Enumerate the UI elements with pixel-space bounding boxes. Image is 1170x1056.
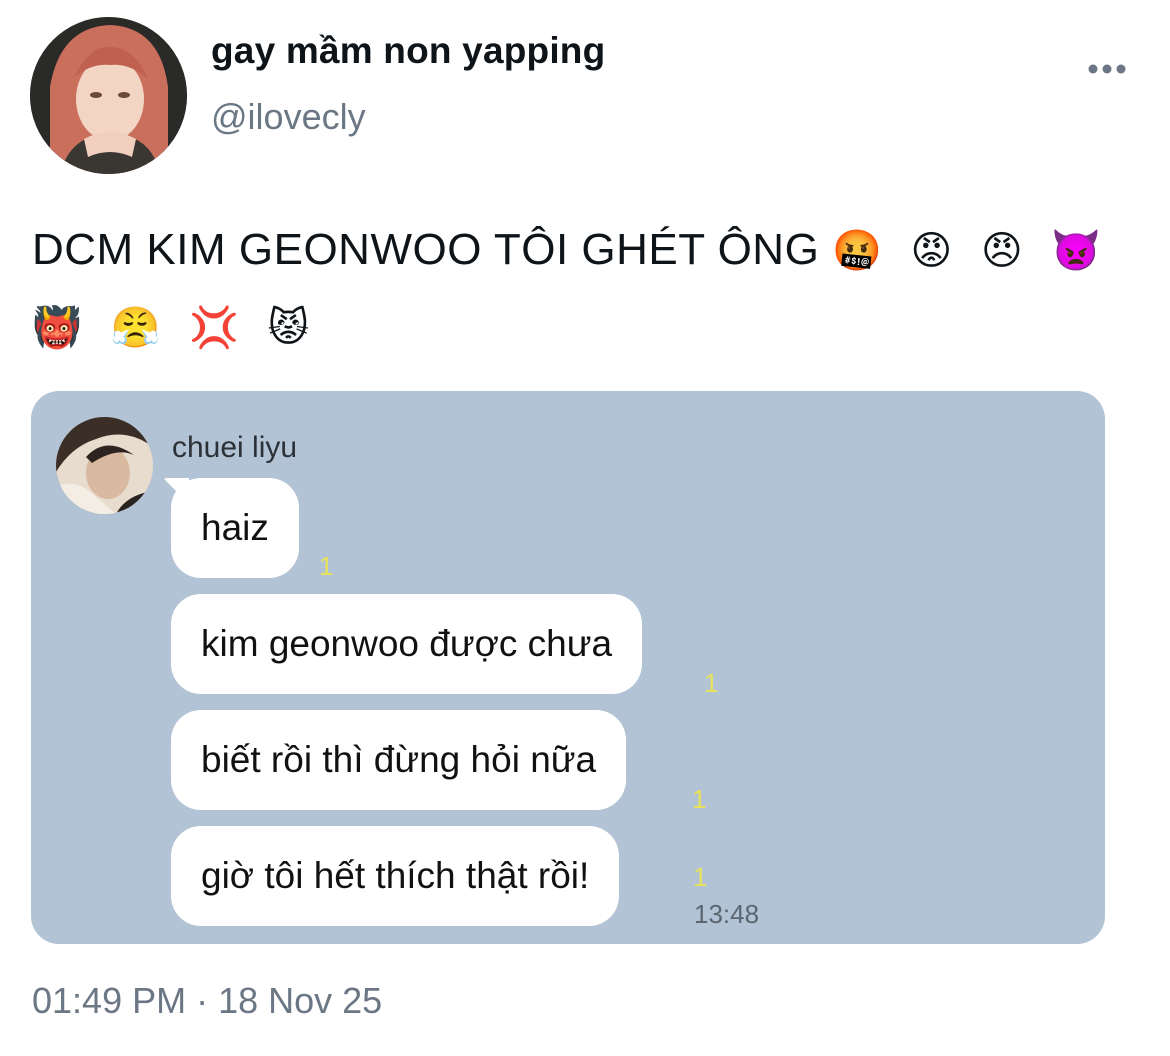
tweet-text: DCM KIM GEONWOO TÔI GHÉT ÔNG 🤬 😡 😠 👿 👹 😤… [32,212,1142,366]
tweet-body: DCM KIM GEONWOO TÔI GHÉT ÔNG [32,225,820,274]
chat-message-text: biết rồi thì đừng hỏi nữa [201,739,597,780]
author-display-name[interactable]: gay mầm non yapping [211,30,605,72]
tweet-media-image[interactable]: chuei liyu haiz 1 kim geonwoo được chưa … [31,391,1105,944]
read-count: 1 [319,551,334,581]
tweet-emojis-line1: 🤬 😡 😠 👿 [832,228,1110,274]
read-count: 1 [704,668,719,698]
read-count: 1 [692,784,707,814]
chat-message-bubble: kim geonwoo được chưa [171,594,643,694]
chat-message-text: haiz [201,507,269,548]
read-count: 1 [693,862,708,892]
tweet-emojis-line2: 👹 😤 💢 😾 [32,305,318,351]
chat-message-bubble: biết rồi thì đừng hỏi nữa [171,710,627,810]
chat-message-time: 13:48 [694,899,760,929]
chat-avatar [56,417,153,514]
tweet-timestamp[interactable]: 01:49 PM · 18 Nov 25 [32,980,382,1022]
chat-sender-name: chuei liyu [172,431,298,464]
author-avatar[interactable] [30,17,187,174]
chat-message-bubble: haiz [171,478,299,578]
chat-message-bubble: giờ tôi hết thích thật rồi! [171,826,620,926]
chat-message-text: giờ tôi hết thích thật rồi! [201,855,590,896]
more-horizontal-icon[interactable] [1086,59,1128,79]
author-handle[interactable]: @ilovecly [211,96,366,138]
chat-message-text: kim geonwoo được chưa [201,623,613,664]
